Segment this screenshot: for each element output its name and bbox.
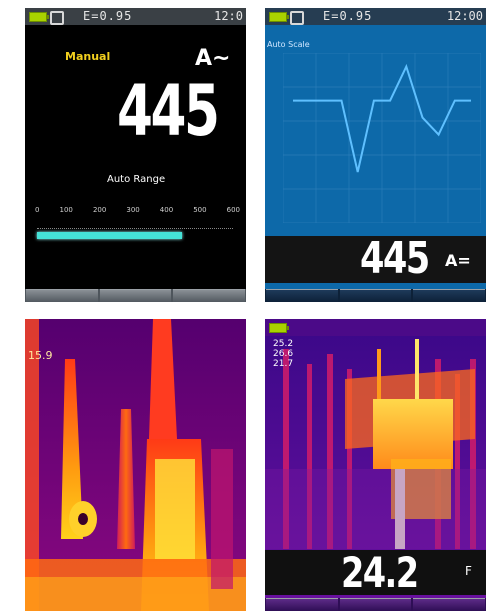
status-bar: E=0.95 12:00 — [265, 8, 486, 25]
scale-tick-label: 600 — [226, 206, 240, 214]
softkey-1[interactable] — [266, 598, 338, 611]
chart-title: Auto Scale — [267, 40, 310, 49]
scale-tick-label: 400 — [159, 206, 174, 214]
thermal-measure-view: 25.2 26.6 21.7 24.2 F — [265, 319, 486, 611]
emissivity-readout: E=0.95 — [83, 9, 133, 23]
unit-label: F — [465, 564, 472, 578]
main-reading: 445 — [360, 233, 430, 284]
device-icon — [290, 11, 304, 25]
status-bar — [265, 319, 486, 336]
mode-label: Manual — [65, 50, 111, 63]
temperature-list: 25.2 26.6 21.7 — [273, 339, 293, 369]
main-reading: 445 — [117, 70, 220, 152]
unit-label: A= — [445, 251, 471, 270]
softkey-1[interactable] — [266, 289, 338, 302]
softkey-bar — [25, 289, 246, 302]
center-temperature: 26.6 — [273, 349, 294, 359]
spot-temperature: 15.9 — [28, 349, 53, 362]
meter-screen-ac-current: E=0.95 12:0 Manual A~ 445 Auto Range 0 10… — [25, 8, 246, 302]
scale-tick-label: 0 — [35, 206, 40, 214]
bargraph-ruler — [37, 222, 233, 229]
softkey-2[interactable] — [339, 598, 412, 611]
softkey-1[interactable] — [26, 289, 98, 302]
battery-icon — [269, 323, 289, 333]
bargraph — [37, 232, 233, 239]
main-reading: 24.2 — [341, 548, 419, 597]
softkey-bar — [265, 598, 486, 611]
range-label: Auto Range — [107, 174, 166, 185]
emissivity-readout: E=0.95 — [323, 9, 373, 23]
softkey-3[interactable] — [413, 289, 486, 302]
meter-screen-trend: E=0.95 12:00 Auto Scale 445 A= — [265, 8, 486, 302]
bargraph-scale: 0 100 200 300 400 500 600 — [35, 206, 240, 214]
scale-tick-label: 200 — [92, 206, 107, 214]
battery-icon — [29, 12, 49, 22]
bargraph-fill — [37, 232, 183, 239]
softkey-2[interactable] — [99, 289, 172, 302]
softkey-2[interactable] — [339, 289, 412, 302]
thermal-image — [25, 319, 246, 611]
battery-icon — [269, 12, 289, 22]
status-bar: E=0.95 12:0 — [25, 8, 246, 25]
trend-chart — [283, 53, 481, 223]
softkey-bar — [265, 289, 486, 302]
min-temperature: 21.7 — [273, 359, 294, 369]
device-icon — [50, 11, 64, 25]
softkey-3[interactable] — [173, 289, 246, 302]
max-temperature: 25.2 — [273, 339, 294, 349]
clock: 12:0 — [214, 9, 243, 23]
softkey-3[interactable] — [413, 598, 486, 611]
thermal-image-view: 15.9 — [25, 319, 246, 611]
scale-tick-label: 500 — [193, 206, 207, 214]
unit-label: A~ — [195, 46, 231, 71]
scale-tick-label: 300 — [126, 206, 140, 214]
scale-tick-label: 100 — [59, 206, 73, 214]
clock: 12:00 — [446, 9, 483, 23]
